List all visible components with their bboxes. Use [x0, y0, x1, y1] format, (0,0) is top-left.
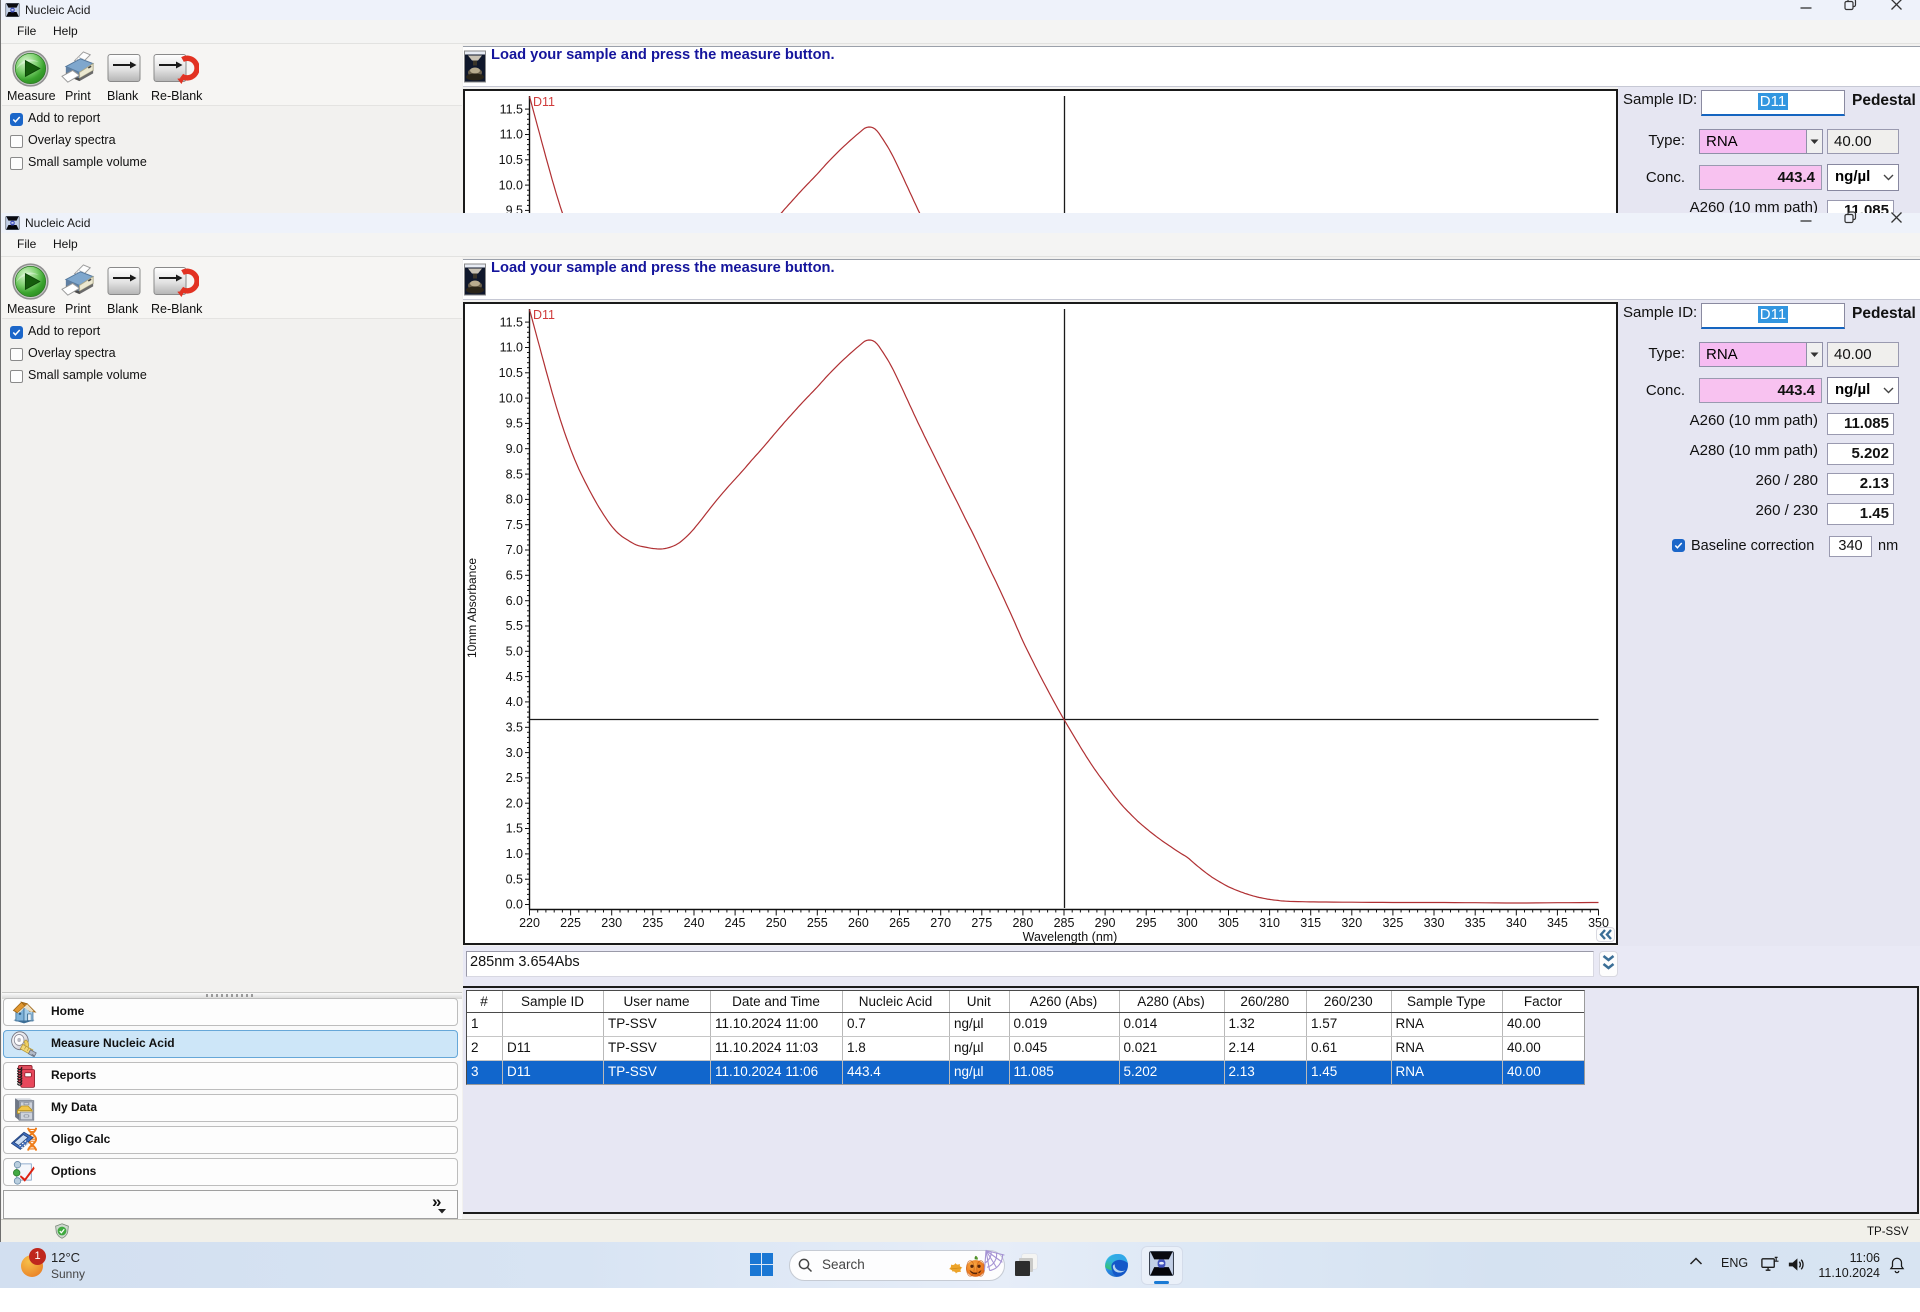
svg-text:Wavelength (nm): Wavelength (nm) — [1023, 930, 1118, 944]
svg-text:245: 245 — [725, 916, 746, 930]
svg-text:295: 295 — [1136, 916, 1157, 930]
svg-text:285: 285 — [1054, 916, 1075, 930]
svg-text:6.0: 6.0 — [506, 594, 523, 608]
svg-text:240: 240 — [684, 916, 705, 930]
svg-text:250: 250 — [766, 916, 787, 930]
svg-text:D11: D11 — [533, 95, 555, 109]
svg-text:5.5: 5.5 — [506, 619, 523, 633]
svg-text:330: 330 — [1424, 916, 1445, 930]
svg-text:D11: D11 — [533, 308, 555, 322]
svg-text:265: 265 — [889, 916, 910, 930]
svg-text:10.0: 10.0 — [499, 391, 523, 405]
svg-text:1.0: 1.0 — [506, 847, 523, 861]
svg-text:290: 290 — [1095, 916, 1116, 930]
svg-text:3.5: 3.5 — [506, 721, 523, 735]
svg-text:310: 310 — [1259, 916, 1280, 930]
svg-text:320: 320 — [1341, 916, 1362, 930]
svg-text:11.0: 11.0 — [500, 341, 523, 355]
svg-text:340: 340 — [1506, 916, 1527, 930]
svg-text:260: 260 — [848, 916, 869, 930]
svg-text:270: 270 — [930, 916, 951, 930]
svg-text:10.0: 10.0 — [499, 178, 523, 192]
svg-text:280: 280 — [1012, 916, 1033, 930]
svg-text:10.5: 10.5 — [499, 366, 523, 380]
svg-text:235: 235 — [642, 916, 663, 930]
svg-text:220: 220 — [519, 916, 540, 930]
svg-text:5.0: 5.0 — [506, 645, 523, 659]
svg-text:10mm Absorbance: 10mm Absorbance — [465, 558, 479, 658]
svg-text:4.0: 4.0 — [506, 695, 523, 709]
svg-text:305: 305 — [1218, 916, 1239, 930]
svg-text:8.5: 8.5 — [506, 467, 523, 481]
svg-text:3.0: 3.0 — [506, 746, 523, 760]
svg-text:7.0: 7.0 — [506, 543, 523, 557]
svg-text:8.0: 8.0 — [506, 493, 523, 507]
svg-text:2.0: 2.0 — [506, 796, 523, 810]
svg-text:10.5: 10.5 — [499, 153, 523, 167]
svg-text:0.5: 0.5 — [506, 872, 523, 886]
svg-text:335: 335 — [1465, 916, 1486, 930]
svg-text:345: 345 — [1547, 916, 1568, 930]
svg-text:0.0: 0.0 — [506, 898, 523, 912]
svg-text:300: 300 — [1177, 916, 1198, 930]
svg-text:230: 230 — [601, 916, 622, 930]
svg-text:255: 255 — [807, 916, 828, 930]
svg-text:11.0: 11.0 — [500, 128, 523, 142]
svg-text:6.5: 6.5 — [506, 569, 523, 583]
svg-text:325: 325 — [1382, 916, 1403, 930]
svg-text:7.5: 7.5 — [506, 518, 523, 532]
svg-text:11.5: 11.5 — [500, 315, 523, 329]
svg-text:9.5: 9.5 — [506, 417, 523, 431]
svg-text:315: 315 — [1300, 916, 1321, 930]
svg-text:4.5: 4.5 — [506, 670, 523, 684]
svg-text:9.0: 9.0 — [506, 442, 523, 456]
svg-text:275: 275 — [971, 916, 992, 930]
svg-text:11.5: 11.5 — [500, 102, 523, 116]
svg-text:2.5: 2.5 — [506, 771, 523, 785]
svg-text:225: 225 — [560, 916, 581, 930]
svg-text:1.5: 1.5 — [506, 822, 523, 836]
